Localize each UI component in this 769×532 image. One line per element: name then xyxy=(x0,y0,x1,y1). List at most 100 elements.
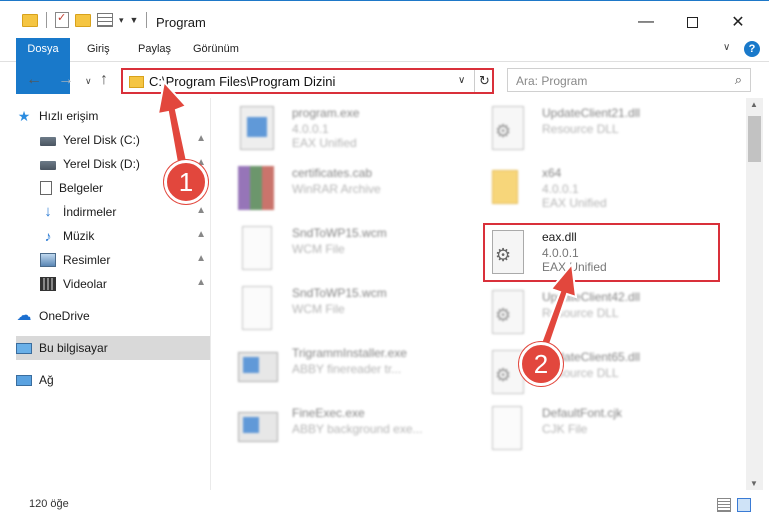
sidebar-item-videos[interactable]: Videolar ▲ xyxy=(16,272,210,296)
sidebar-item-label: Belgeler xyxy=(59,181,104,195)
sidebar-item-label: İndirmeler xyxy=(63,205,117,219)
tab-view[interactable]: Görünüm xyxy=(183,38,249,61)
folder-icon xyxy=(129,76,144,88)
file-item[interactable]: DefaultFont.cjk CJK File xyxy=(482,400,722,456)
customize-view-icon[interactable] xyxy=(97,13,113,27)
vertical-scrollbar[interactable]: ▲ ▼ xyxy=(746,98,763,490)
sidebar-item-label: OneDrive xyxy=(39,309,90,323)
search-input[interactable]: Ara: Program ⌕ xyxy=(507,68,751,92)
documents-icon xyxy=(40,181,52,195)
up-button[interactable]: ↑ xyxy=(100,71,108,89)
file-name: FineExec.exe xyxy=(292,406,365,420)
large-icons-view-icon[interactable] xyxy=(737,498,751,512)
search-icon[interactable]: ⌕ xyxy=(735,72,742,88)
maximize-button[interactable] xyxy=(669,1,715,43)
file-name: UpdateClient42.dll xyxy=(542,290,641,304)
tab-home[interactable]: Giriş xyxy=(77,38,120,61)
help-icon[interactable]: ? xyxy=(744,41,760,57)
pin-icon[interactable]: ▲ xyxy=(196,253,206,264)
file-item[interactable]: UpdateClient42.dll Resource DLL xyxy=(482,284,722,340)
sidebar-item-music[interactable]: ♪ Müzik ▲ xyxy=(16,224,210,248)
toolbar-separator xyxy=(46,12,47,28)
forward-button[interactable]: → xyxy=(58,71,74,89)
pin-icon[interactable]: ▲ xyxy=(196,277,206,288)
sidebar-item-network[interactable]: Ağ xyxy=(16,368,210,392)
video-icon xyxy=(40,277,56,291)
file-name: program.exe xyxy=(292,106,360,120)
address-dropdown-icon[interactable]: ∨ xyxy=(458,75,465,86)
installer-file-icon xyxy=(238,352,278,382)
document-file-icon xyxy=(242,226,272,270)
sidebar-item-label: Videolar xyxy=(63,277,107,291)
navigation-bar: ← → ∨ ↑ C:\Program Files\Program Dizini … xyxy=(0,63,769,97)
sidebar-item-label: Resimler xyxy=(63,253,111,267)
star-icon: ★ xyxy=(17,108,31,124)
refresh-button[interactable]: ↻ xyxy=(474,70,494,92)
file-item[interactable]: TrigrammInstaller.exe ABBY finereader tr… xyxy=(232,340,472,396)
toolbar-separator xyxy=(146,12,148,28)
sidebar-item-quick-access[interactable]: ★ Hızlı erişim xyxy=(16,104,210,128)
pin-icon[interactable]: ▲ xyxy=(196,205,206,216)
expand-ribbon-icon[interactable]: ∨ xyxy=(723,42,730,53)
file-detail: CJK File xyxy=(542,422,588,436)
sidebar-item-label: Ağ xyxy=(39,373,54,387)
tab-share[interactable]: Paylaş xyxy=(128,38,181,61)
file-item[interactable]: SndToWP15.wcm WCM File xyxy=(232,220,472,276)
navigation-pane: ★ Hızlı erişim Yerel Disk (C:) ▲ Yerel D… xyxy=(16,100,210,490)
file-name: certificates.cab xyxy=(292,166,373,180)
application-file-icon xyxy=(238,412,278,442)
scrollbar-thumb[interactable] xyxy=(748,116,761,162)
sidebar-item-this-pc[interactable]: Bu bilgisayar xyxy=(16,336,210,360)
file-name: DefaultFont.cjk xyxy=(542,406,623,420)
file-item[interactable]: UpdateClient21.dll Resource DLL xyxy=(482,100,722,156)
pane-divider[interactable] xyxy=(210,98,211,490)
file-item[interactable]: program.exe 4.0.0.1 EAX Unified xyxy=(232,100,472,156)
address-bar[interactable]: C:\Program Files\Program Dizini ∨ ↻ xyxy=(121,68,494,94)
file-detail: EAX Unified xyxy=(292,136,357,150)
file-item[interactable]: UpdateClient65.dll Resource DLL xyxy=(482,344,722,400)
sidebar-item-label: Müzik xyxy=(63,229,95,243)
disk-icon xyxy=(40,137,56,146)
file-name: SndToWP15.wcm xyxy=(292,226,387,240)
file-name: SndToWP15.wcm xyxy=(292,286,387,300)
new-folder-icon[interactable] xyxy=(75,13,91,27)
title-bar: ▾ ▼ Program — ✕ xyxy=(0,0,769,42)
address-path[interactable]: C:\Program Files\Program Dizini xyxy=(149,74,335,89)
archive-file-icon xyxy=(238,166,274,210)
sidebar-item-pictures[interactable]: Resimler ▲ xyxy=(16,248,210,272)
details-view-icon[interactable] xyxy=(717,498,731,512)
pin-icon[interactable]: ▲ xyxy=(196,229,206,240)
properties-icon[interactable] xyxy=(55,11,69,28)
file-detail: Resource DLL xyxy=(542,306,619,320)
dll-file-icon xyxy=(492,290,524,334)
recent-locations-button[interactable]: ∨ xyxy=(85,76,92,87)
folder-icon xyxy=(22,13,38,27)
pin-icon[interactable]: ▲ xyxy=(196,133,206,144)
minimize-button[interactable]: — xyxy=(623,1,669,43)
scroll-down-icon[interactable]: ▼ xyxy=(750,479,758,488)
item-count: 120 öğe xyxy=(29,498,69,510)
sidebar-item-local-disk-c[interactable]: Yerel Disk (C:) ▲ xyxy=(16,128,210,152)
scroll-up-icon[interactable]: ▲ xyxy=(750,100,758,109)
dll-file-icon xyxy=(492,106,524,150)
close-button[interactable]: ✕ xyxy=(715,1,761,43)
file-item[interactable]: certificates.cab WinRAR Archive xyxy=(232,160,472,216)
chevron-down-icon[interactable]: ▾ xyxy=(119,15,124,26)
sidebar-item-label: Bu bilgisayar xyxy=(39,341,108,355)
status-bar: 120 öğe xyxy=(0,492,769,518)
pictures-icon xyxy=(40,253,56,267)
network-icon xyxy=(16,374,32,386)
document-file-icon xyxy=(492,406,522,450)
file-item[interactable]: SndToWP15.wcm WCM File xyxy=(232,280,472,336)
file-item[interactable]: x64 4.0.0.1 EAX Unified xyxy=(482,160,722,216)
file-name: x64 xyxy=(542,166,562,180)
step-badge-1: 1 xyxy=(164,160,208,204)
back-button[interactable]: ← xyxy=(26,71,42,89)
sidebar-item-onedrive[interactable]: ☁ OneDrive xyxy=(16,304,210,328)
disk-icon xyxy=(40,161,56,170)
qat-customize-icon[interactable]: ▼ xyxy=(130,15,139,25)
file-item[interactable]: FineExec.exe ABBY background exe... xyxy=(232,400,472,456)
file-detail: ABBY background exe... xyxy=(292,422,423,436)
file-detail: 4.0.0.1 xyxy=(292,122,329,136)
file-detail: ABBY finereader tr... xyxy=(292,362,402,376)
